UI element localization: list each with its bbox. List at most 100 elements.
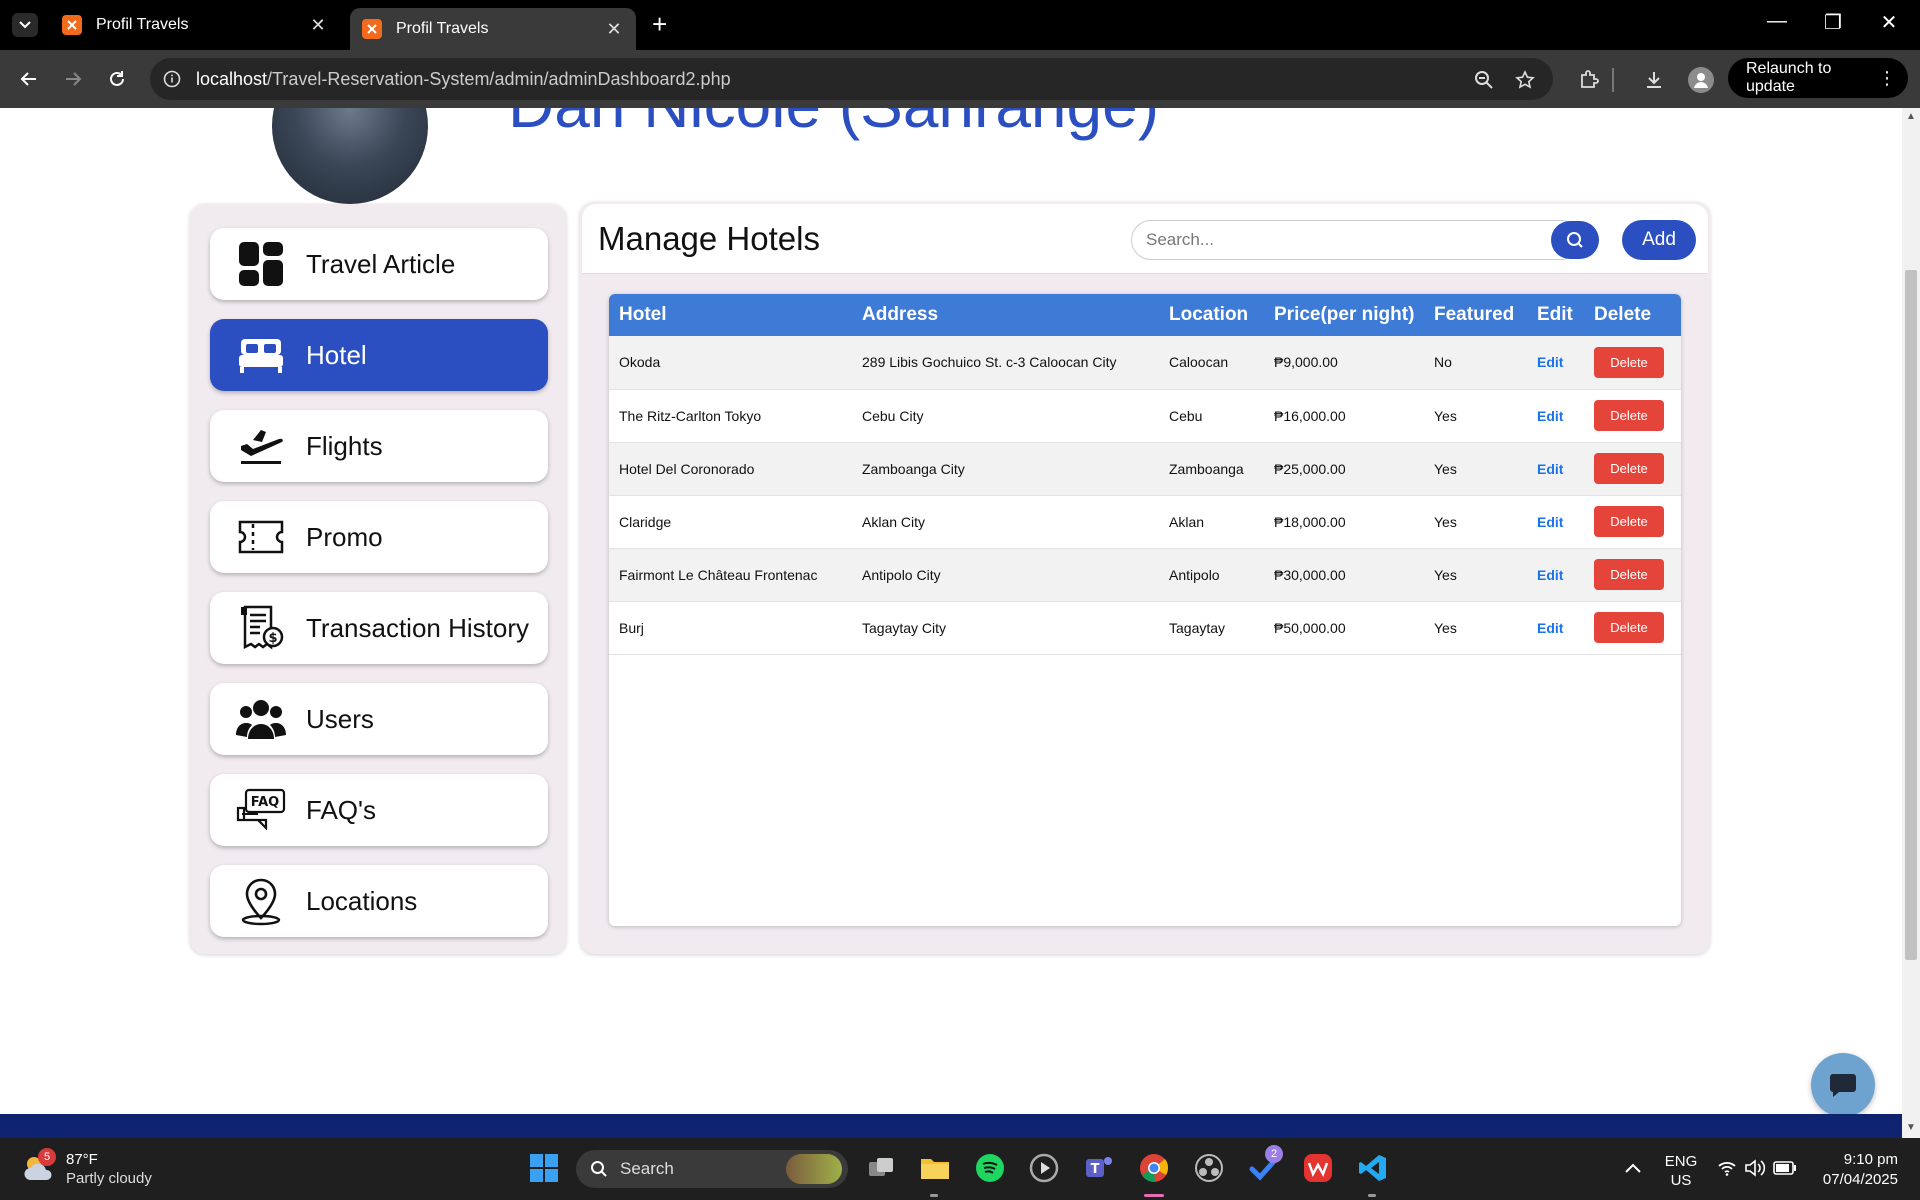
scroll-up-arrow-icon[interactable]: ▲ (1906, 111, 1916, 122)
address-bar[interactable]: localhost/Travel-Reservation-System/admi… (150, 58, 1553, 100)
back-arrow-icon[interactable] (14, 64, 44, 94)
table-cell: Caloocan (1159, 336, 1264, 389)
browser-tab[interactable]: Profil Travels ✕ (50, 6, 340, 44)
search-icon (591, 1161, 607, 1177)
sidebar-item-users[interactable]: Users (210, 683, 548, 755)
add-hotel-button[interactable]: Add (1622, 220, 1696, 260)
search-button[interactable] (1551, 221, 1599, 259)
wifi-icon[interactable] (1712, 1151, 1742, 1185)
todo-check-icon[interactable]: 2 (1247, 1145, 1283, 1185)
volume-icon[interactable] (1740, 1151, 1770, 1185)
vscode-icon[interactable] (1356, 1151, 1390, 1185)
delete-button[interactable]: Delete (1594, 346, 1664, 378)
column-header-price: Price(per night) (1274, 304, 1415, 325)
sidebar-item-faqs[interactable]: FAQ FAQ's (210, 774, 548, 846)
edit-link[interactable]: Edit (1537, 567, 1563, 583)
tab-close-icon[interactable]: ✕ (604, 19, 624, 40)
spotify-icon[interactable] (973, 1151, 1007, 1185)
delete-button[interactable]: Delete (1594, 506, 1664, 537)
windows-start-icon[interactable] (527, 1151, 561, 1185)
table-cell: Tagaytay City (852, 601, 1159, 654)
site-info-icon[interactable] (162, 69, 182, 89)
cell-address: Cebu City (862, 407, 924, 424)
sidebar-item-travel-article[interactable]: Travel Article (210, 228, 548, 300)
new-tab-plus-icon[interactable]: + (652, 11, 667, 37)
table-cell: Edit (1527, 601, 1584, 654)
scroll-down-arrow-icon[interactable]: ▼ (1906, 1122, 1916, 1133)
delete-button[interactable]: Delete (1594, 453, 1664, 484)
language-indicator[interactable]: ENG US (1660, 1152, 1702, 1190)
bookmark-star-icon[interactable] (1514, 69, 1536, 91)
edit-link[interactable]: Edit (1537, 514, 1563, 530)
sidebar-item-flights[interactable]: Flights (210, 410, 548, 482)
tab-search-button[interactable] (12, 13, 38, 37)
weather-widget[interactable]: 5 87°F Partly cloudy (22, 1148, 152, 1188)
battery-icon[interactable] (1770, 1151, 1800, 1185)
sidebar-item-promo[interactable]: Promo (210, 501, 548, 573)
forward-arrow-icon[interactable] (58, 64, 88, 94)
task-view-icon[interactable] (864, 1151, 898, 1185)
edit-link[interactable]: Edit (1537, 408, 1563, 424)
zoom-out-icon[interactable] (1473, 69, 1495, 91)
table-cell: Edit (1527, 389, 1584, 442)
sidebar-item-label: FAQ's (306, 794, 376, 825)
teams-icon[interactable]: T (1082, 1151, 1116, 1185)
delete-button[interactable]: Delete (1594, 400, 1664, 431)
tab-close-icon[interactable]: ✕ (308, 15, 328, 36)
location-pin-icon (236, 876, 286, 926)
users-icon (236, 694, 286, 744)
chat-button[interactable] (1811, 1053, 1875, 1117)
wps-office-icon[interactable] (1301, 1151, 1335, 1185)
tray-chevron-up-icon[interactable] (1616, 1151, 1650, 1185)
table-cell: Edit (1527, 442, 1584, 495)
table-row: Okoda 289 Libis Gochuico St. c-3 Caloocan… (609, 336, 1681, 389)
table-cell: Burj (609, 601, 852, 654)
table-row: Claridge Aklan City Aklan ₱18,000.00 Yes Edit… (609, 495, 1681, 548)
browser-tab-active[interactable]: Profil Travels ✕ (350, 8, 636, 50)
page-scrollbar[interactable]: ▲ ▼ (1902, 108, 1920, 1138)
cell-location: Cebu (1169, 407, 1203, 424)
sidebar-item-label: Promo (306, 521, 383, 552)
table-cell: ₱50,000.00 (1264, 601, 1424, 654)
search-input[interactable] (1146, 221, 1526, 259)
table-cell: Cebu City (852, 389, 1159, 442)
sidebar-item-transaction-history[interactable]: $ Transaction History (210, 592, 548, 664)
table-cell: Fairmont Le Château Frontenac (609, 548, 852, 601)
profile-avatar-icon[interactable] (1688, 67, 1714, 93)
file-explorer-icon[interactable] (918, 1151, 952, 1185)
table-cell: Antipolo (1159, 548, 1264, 601)
cell-price: ₱50,000.00 (1274, 619, 1346, 636)
search-icon (1567, 232, 1583, 248)
cell-price: ₱9,000.00 (1274, 354, 1338, 371)
delete-button[interactable]: Delete (1594, 559, 1664, 590)
hotels-table-container: Hotel Address Location Price(per night) … (609, 294, 1681, 926)
cell-featured: Yes (1434, 460, 1457, 477)
edit-link[interactable]: Edit (1537, 461, 1563, 477)
sidebar-item-locations[interactable]: Locations (210, 865, 548, 937)
chrome-icon[interactable] (1137, 1151, 1171, 1185)
extensions-puzzle-icon[interactable] (1578, 69, 1600, 91)
xampp-favicon-icon (62, 15, 82, 35)
sidebar-item-hotel[interactable]: Hotel (210, 319, 548, 391)
panel-header: Manage Hotels Add (582, 204, 1708, 274)
system-clock[interactable]: 9:10 pm 07/04/2025 (1812, 1150, 1898, 1190)
obs-icon[interactable] (1192, 1151, 1226, 1185)
cell-location: Zamboanga (1169, 460, 1244, 477)
scrollbar-thumb[interactable] (1905, 270, 1917, 960)
cell-address: 289 Libis Gochuico St. c-3 Caloocan City (862, 354, 1117, 371)
minimize-icon[interactable]: — (1762, 10, 1792, 33)
table-cell: Yes (1424, 442, 1527, 495)
window-close-icon[interactable]: ✕ (1874, 10, 1904, 35)
media-player-icon[interactable] (1027, 1151, 1061, 1185)
restore-icon[interactable]: ❐ (1818, 10, 1848, 35)
relaunch-to-update-button[interactable]: Relaunch to update ⋮ (1728, 58, 1908, 98)
edit-link[interactable]: Edit (1537, 354, 1563, 370)
edit-link[interactable]: Edit (1537, 620, 1563, 636)
menu-kebab-icon[interactable]: ⋮ (1878, 68, 1896, 89)
tab-title: Profil Travels (96, 16, 189, 33)
reload-icon[interactable] (102, 64, 132, 94)
download-icon[interactable] (1643, 69, 1665, 91)
taskbar-search[interactable]: Search (576, 1150, 848, 1188)
url-text: localhost/Travel-Reservation-System/admi… (196, 69, 731, 90)
delete-button[interactable]: Delete (1594, 612, 1664, 643)
